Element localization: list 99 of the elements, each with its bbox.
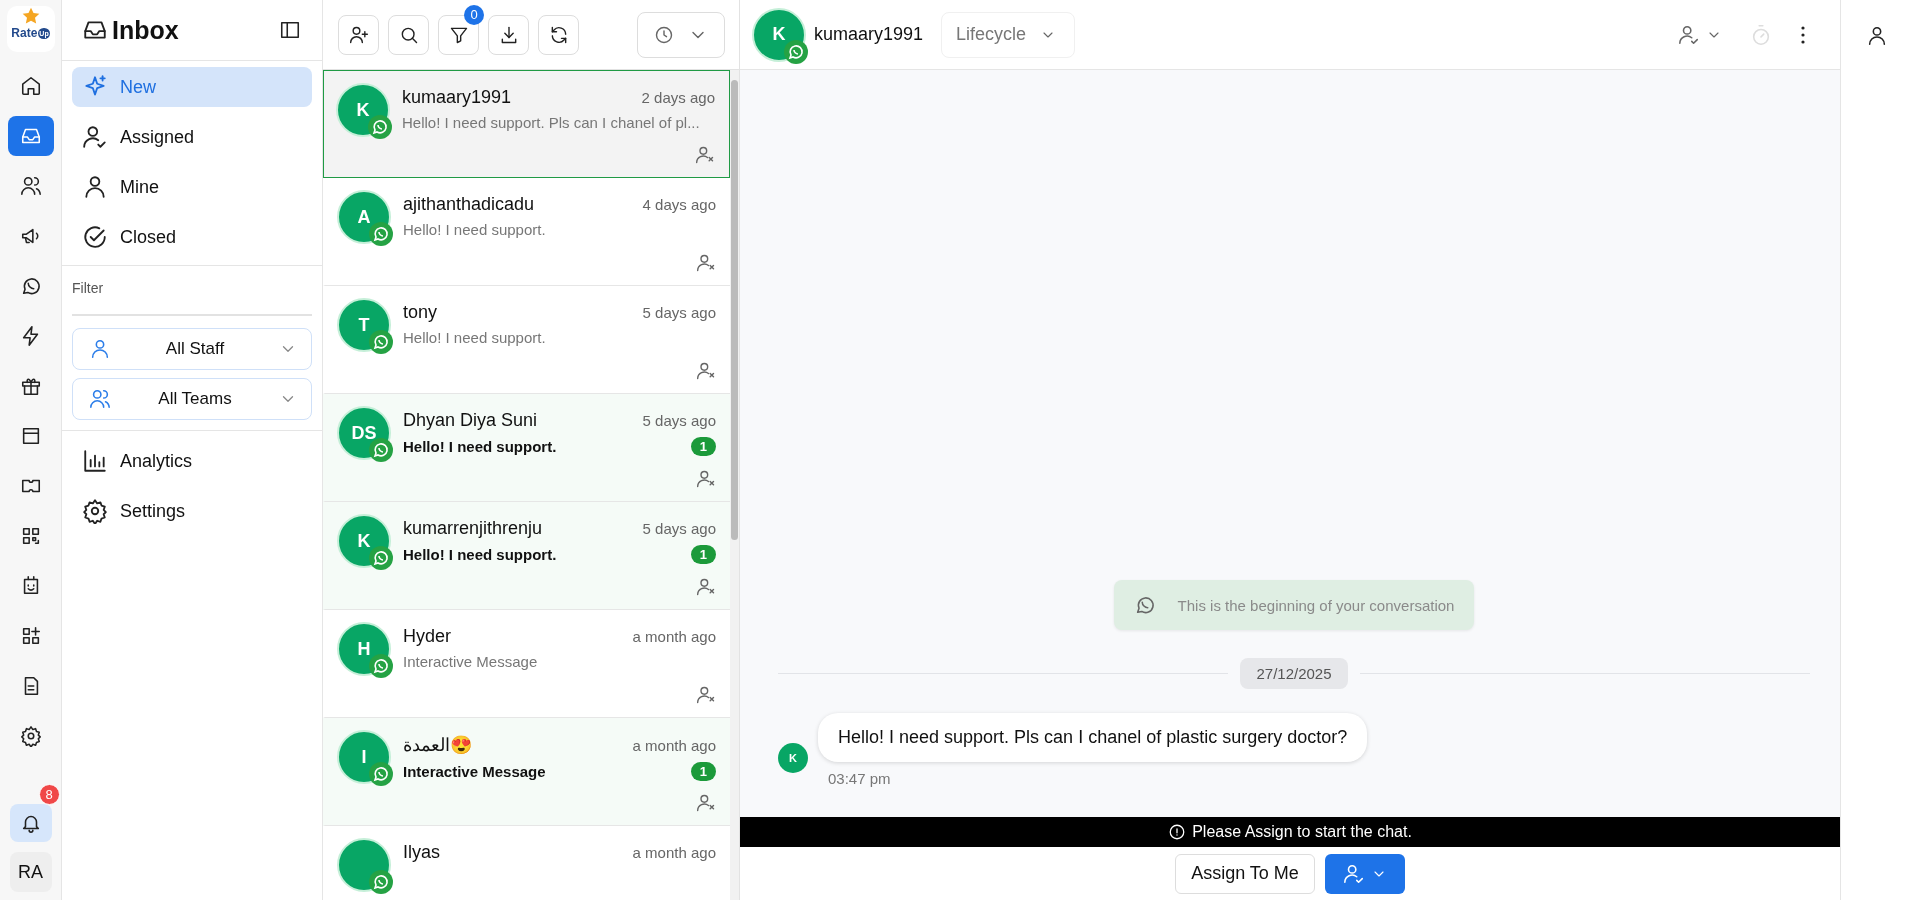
date-separator: 27/12/2025	[1240, 658, 1348, 689]
conversation-item[interactable]: Ilyas a month ago	[323, 826, 730, 900]
conversation-item[interactable]: K kumarrenjithrenju 5 days ago Hello! I need support. 1	[323, 502, 730, 610]
message-time: 03:47 pm	[827, 770, 892, 787]
filter-dropdown[interactable]: All Teams	[72, 378, 312, 420]
contact-name: tony	[403, 302, 438, 323]
chat-bubble-icon	[784, 39, 808, 64]
chat-bubble-icon	[369, 654, 393, 678]
sidebar-item[interactable]: Assigned	[72, 117, 312, 157]
conversation-item[interactable]: DS Dhyan Diya Suni 5 days ago Hello! I need support. 1	[323, 394, 730, 502]
refresh-button[interactable]	[538, 14, 579, 55]
inbox-button[interactable]	[7, 116, 54, 156]
unassigned-user-icon	[696, 793, 716, 813]
add-contact-button[interactable]	[338, 14, 379, 55]
chat-bubble-icon	[369, 330, 393, 354]
message-preview: Hello! I need support. Pls can I chanel of pl...	[402, 114, 700, 131]
message-time: a month ago	[632, 737, 716, 754]
message-time: 5 days ago	[642, 412, 716, 429]
unassigned-user-icon	[696, 685, 716, 705]
message-preview: Hello! I need support.	[403, 221, 546, 238]
warning-text: Please Assign to start the chat.	[1192, 823, 1412, 841]
unread-count: 1	[690, 762, 716, 781]
notifications-button[interactable]	[9, 804, 52, 842]
chat-bubble-icon	[369, 438, 393, 462]
conversation-item[interactable]: K kumaary1991 2 days ago Hello! I need support. Pls can I chanel of pl...	[323, 70, 730, 178]
notice-text: This is the beginning of your conversation	[1177, 596, 1455, 614]
unassigned-user-icon	[695, 145, 715, 165]
message-preview: Hello! I need support.	[403, 546, 557, 563]
stopwatch-icon	[1750, 23, 1772, 46]
unread-count: 1	[690, 545, 716, 564]
users-icon	[89, 388, 111, 410]
user-check-icon	[82, 124, 108, 150]
user-avatar[interactable]: RA	[9, 852, 52, 892]
message-time: a month ago	[632, 844, 716, 861]
star-icon	[20, 6, 41, 26]
conversation-item[interactable]: A ajithanthadicadu 4 days ago Hello! I need support.	[323, 178, 730, 286]
sort-dropdown[interactable]	[637, 11, 725, 58]
message-preview: Hello! I need support.	[403, 438, 557, 455]
sidebar-item[interactable]: Settings	[72, 491, 312, 531]
sidebar-item[interactable]: Mine	[72, 167, 312, 207]
chat-bubble-icon	[369, 870, 393, 894]
contact-name: kumaary1991	[814, 24, 924, 45]
users-icon	[19, 175, 42, 197]
contact-name: العمدة😍	[403, 734, 472, 756]
filter-label: Filter	[72, 280, 105, 296]
logo-text: Rate	[11, 26, 38, 40]
unassigned-user-icon	[696, 469, 716, 489]
check-circle-icon	[82, 224, 108, 250]
settings-icon	[82, 498, 108, 524]
home-icon	[19, 75, 42, 97]
message-time: 2 days ago	[641, 89, 715, 106]
chat-bubble-icon	[369, 222, 393, 246]
chat-bubble-icon	[369, 762, 393, 786]
contact-name: Ilyas	[403, 842, 440, 863]
sidebar-item[interactable]: Closed	[72, 217, 312, 257]
message-bubble: Hello! I need support. Pls can I chanel of plastic surgery doctor?	[818, 713, 1368, 762]
filter-count: 0	[464, 4, 484, 25]
message-preview: Interactive Message	[403, 653, 538, 670]
search-button[interactable]	[388, 14, 429, 55]
user-check-icon	[1678, 23, 1700, 46]
chat-bubble-icon	[369, 546, 393, 570]
user-plus-icon	[348, 24, 369, 45]
filter-dropdown[interactable]: All Staff	[72, 328, 312, 370]
user-check-icon	[1342, 862, 1365, 885]
sender-avatar: K	[778, 743, 808, 773]
assign-to-me-button[interactable]: Assign To Me	[1175, 853, 1315, 894]
scrollbar[interactable]	[730, 70, 739, 900]
message-time: 5 days ago	[642, 520, 716, 537]
unassigned-user-icon	[696, 577, 716, 597]
message-time: a month ago	[632, 628, 716, 645]
contact-name: Dhyan Diya Suni	[403, 410, 538, 431]
contact-name: Hyder	[403, 626, 451, 647]
download-button[interactable]	[488, 14, 529, 55]
more-options-icon	[1800, 24, 1806, 45]
unassigned-user-icon	[696, 361, 716, 381]
user-icon	[89, 338, 111, 360]
message-preview: Hello! I need support.	[403, 329, 546, 346]
alert-icon	[1168, 823, 1187, 841]
clock-icon	[654, 24, 674, 45]
sidebar-item[interactable]: New	[72, 67, 312, 107]
sidebar-item[interactable]: Analytics	[72, 441, 312, 481]
settings-icon	[19, 725, 42, 747]
contact-name: kumaary1991	[402, 87, 512, 108]
chat-bubble-icon	[368, 115, 392, 139]
scrollbar-thumb[interactable]	[731, 80, 738, 540]
contact-name: kumarrenjithrenju	[403, 518, 543, 539]
lifecycle-dropdown[interactable]: Lifecycle	[941, 11, 1076, 58]
sidebar-title: Inbox	[112, 15, 180, 45]
contact-name: ajithanthadicadu	[403, 194, 535, 215]
message-preview: Interactive Message	[403, 763, 546, 780]
gift-icon	[19, 375, 42, 397]
message-time: 4 days ago	[642, 196, 716, 213]
user-icon	[82, 174, 108, 200]
bar-chart-icon	[82, 448, 108, 474]
assign-user-dropdown[interactable]	[1324, 853, 1405, 894]
notification-count: 8	[38, 784, 60, 805]
unassigned-user-icon	[696, 253, 716, 273]
message-time: 5 days ago	[642, 304, 716, 321]
unread-count: 1	[690, 437, 716, 456]
